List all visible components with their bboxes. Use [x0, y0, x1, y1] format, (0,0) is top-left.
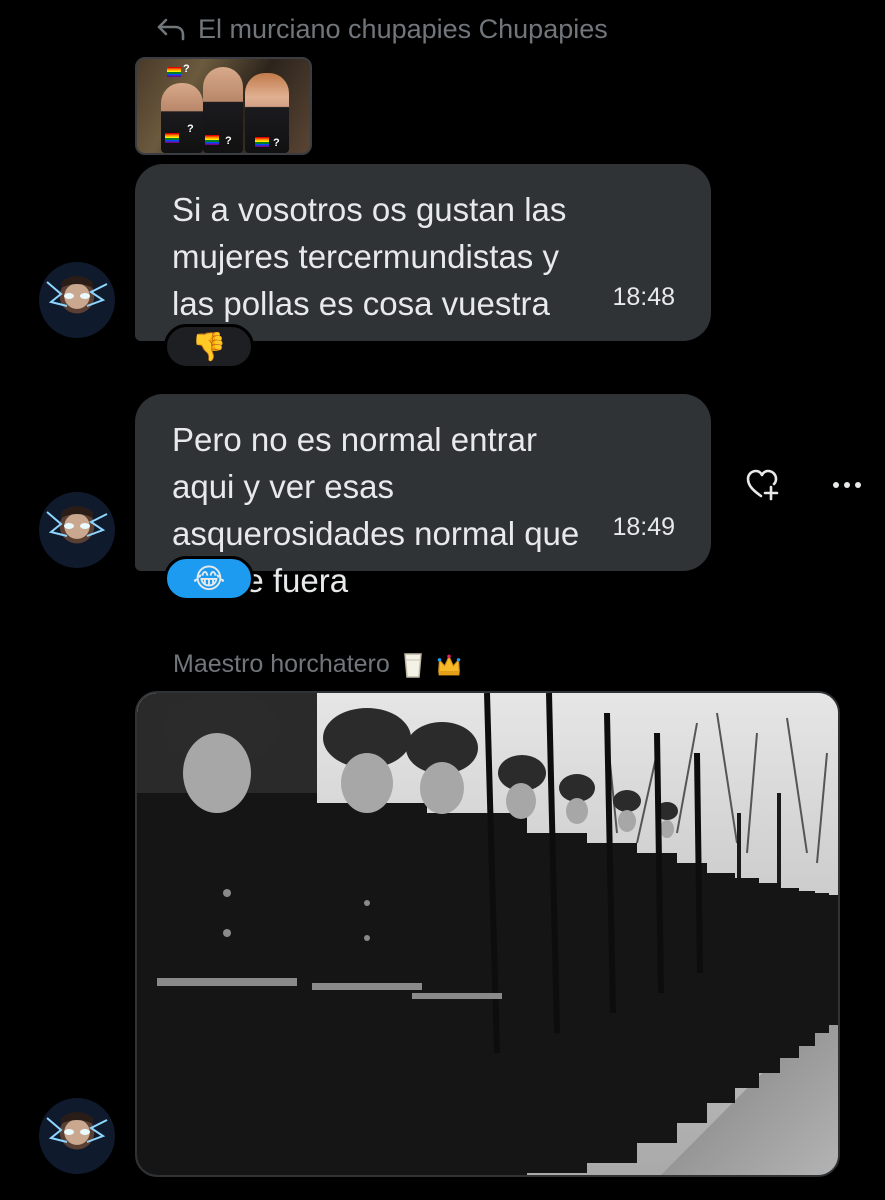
thumb-question-mark: ? — [225, 135, 232, 147]
reaction-thumbs-down[interactable]: 👎 — [164, 324, 254, 369]
pride-flag-icon — [165, 133, 179, 143]
pride-flag-icon — [167, 67, 181, 77]
avatar[interactable] — [39, 262, 115, 338]
thumb-question-mark: ? — [273, 137, 280, 149]
thumb-question-mark: ? — [183, 63, 190, 75]
avatar-image — [46, 506, 108, 537]
avatar-image — [46, 276, 108, 307]
message-actions — [740, 466, 870, 506]
message-bubble[interactable]: Pero no es normal entrar aqui y ver esas… — [135, 394, 711, 599]
avatar[interactable] — [39, 492, 115, 568]
message-bubble[interactable]: Si a vosotros os gustan las mujeres terc… — [135, 164, 711, 341]
media-image[interactable] — [135, 691, 840, 1177]
reaction-laughing[interactable]: 😂 — [164, 556, 254, 601]
reply-thumbnail[interactable]: ? ? ? ? — [135, 57, 312, 155]
reply-to-label: El murciano chupapies Chupapies — [198, 13, 608, 44]
reply-arrow-icon — [157, 18, 185, 41]
pride-flag-icon — [255, 137, 269, 147]
laughing-face-icon: 😂 — [192, 563, 226, 594]
crown-icon — [437, 654, 461, 675]
message-time: 18:48 — [612, 283, 675, 311]
sender-name: Maestro horchatero — [173, 650, 462, 679]
message-time: 18:49 — [612, 513, 675, 541]
reply-context[interactable]: El murciano chupapies Chupapies — [156, 10, 608, 48]
more-horizontal-icon[interactable] — [832, 480, 862, 490]
avatar[interactable] — [39, 1098, 115, 1174]
media-photo — [137, 693, 838, 1175]
thumbs-down-icon: 👎 — [191, 331, 227, 362]
thumb-question-mark: ? — [187, 123, 194, 135]
sender-name-text: Maestro horchatero — [173, 650, 390, 678]
pride-flag-icon — [205, 135, 219, 145]
heart-add-icon[interactable] — [744, 466, 780, 502]
message-text: Si a vosotros os gustan las mujeres terc… — [172, 191, 567, 322]
glass-of-milk-icon — [403, 652, 422, 678]
avatar-image — [46, 1112, 108, 1143]
